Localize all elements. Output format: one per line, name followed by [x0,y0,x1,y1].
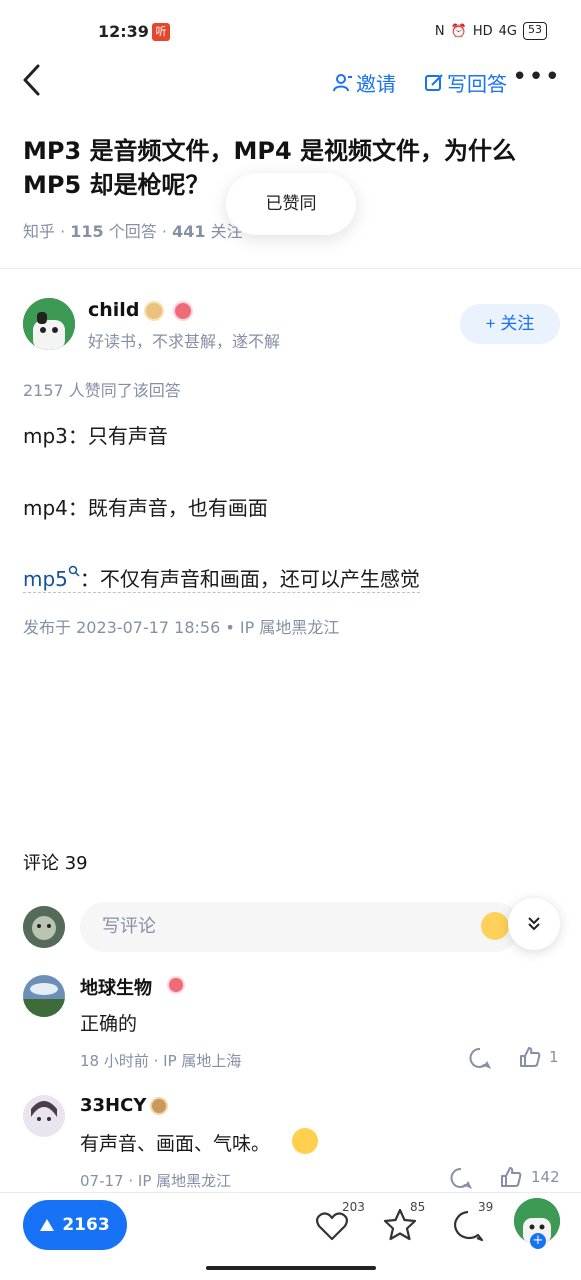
comment-input[interactable]: 写评论 [80,902,520,952]
mp5-search-link[interactable]: mp5 [23,567,68,591]
avatar-image [23,298,75,350]
invite-person-icon [333,73,352,91]
author-bio: 好读书，不求甚解，遂不解 [88,332,281,351]
thumbs-up-icon[interactable] [519,1046,541,1068]
alarm-icon: ⏰ [450,23,467,39]
comment-avatar[interactable] [23,975,65,1017]
answers-count: 115 [70,222,104,241]
invite-label: 邀请 [356,72,396,96]
author-avatar[interactable] [23,298,75,350]
like-badge-icon [167,976,185,994]
reply-icon[interactable] [469,1047,491,1069]
answer-line-2: mp4：既有声音，也有画面 [23,496,268,520]
medal-icon [144,301,164,321]
my-avatar [23,906,65,948]
vote-up-button[interactable]: 2163 [23,1200,127,1250]
battery-icon: 53 [523,22,547,40]
bottom-divider [0,1192,581,1193]
divider [0,268,581,269]
like-count: 203 [342,1200,365,1214]
nfc-icon: N [434,23,445,39]
signal-icon: 4G [498,23,517,39]
avatar-image [23,906,65,948]
answer-votes: 2157 人赞同了该回答 [23,381,181,400]
avatar-image [23,975,65,1017]
comment-text: 正确的 [80,1013,138,1035]
chevron-down-icon[interactable] [508,898,560,950]
comment-like-count: 142 [531,1168,560,1186]
write-answer-label: 写回答 [447,72,507,96]
followers-count: 441 [172,222,206,241]
more-options-icon[interactable]: ••• [512,62,561,92]
emoji-icon[interactable] [481,912,509,940]
status-icons: N ⏰ HD 4G 53 [435,22,547,40]
comment-author-name[interactable]: 地球生物 [80,974,152,1000]
favorite-count: 85 [410,1200,426,1214]
publish-info: 发布于 2023-07-17 18:56 • IP 属地黑龙江 [23,618,340,637]
comments-title: 评论 39 [23,853,88,874]
answers-label: 个回答 [108,222,157,241]
reply-icon[interactable] [450,1167,472,1189]
comment-count: 39 [478,1200,494,1214]
write-answer-button[interactable]: 写回答 [425,68,507,97]
author-name[interactable]: child [88,299,139,321]
vote-count: 2163 [62,1215,110,1235]
medal-icon [150,1097,168,1115]
back-icon[interactable] [20,62,44,98]
edit-icon [425,73,443,91]
triangle-up-icon [40,1219,55,1231]
comment-meta: 18 小时前 · IP 属地上海 [80,1052,242,1070]
home-indicator[interactable] [206,1266,376,1270]
like-badge-icon [173,301,193,321]
cat-emoji-icon [292,1128,318,1154]
answer-line-3-text: ：不仅有声音和画面，还可以产生感觉 [79,567,420,591]
hd-icon: HD [472,23,493,39]
thumbs-up-icon[interactable] [500,1166,522,1188]
question-source: 知乎 [23,222,56,241]
comment-text: 有声音、画面、气味。 [80,1133,271,1155]
answer-line-1: mp3：只有声音 [23,424,168,448]
comment-meta: 07-17 · IP 属地黑龙江 [80,1172,232,1190]
answer-line-3: mp5 ：不仅有声音和画面，还可以产生感觉 [23,563,420,593]
plus-icon[interactable]: + [530,1233,546,1249]
search-icon[interactable] [68,565,80,577]
comment-author-name[interactable]: 33HCY [80,1095,146,1116]
comment-avatar[interactable] [23,1095,65,1137]
question-meta: 知乎 · 115 个回答 · 441 关注 [23,222,243,241]
toast-message: 已赞同 [226,173,356,235]
avatar-image [23,1095,65,1137]
status-time: 12:39 [98,22,149,41]
invite-button[interactable]: 邀请 [332,68,396,97]
follow-button[interactable]: + 关注 [460,304,560,344]
app-notification-icon: 听 [152,23,170,41]
double-chevron-down-icon [528,917,540,931]
comment-like-count: 1 [549,1048,559,1066]
